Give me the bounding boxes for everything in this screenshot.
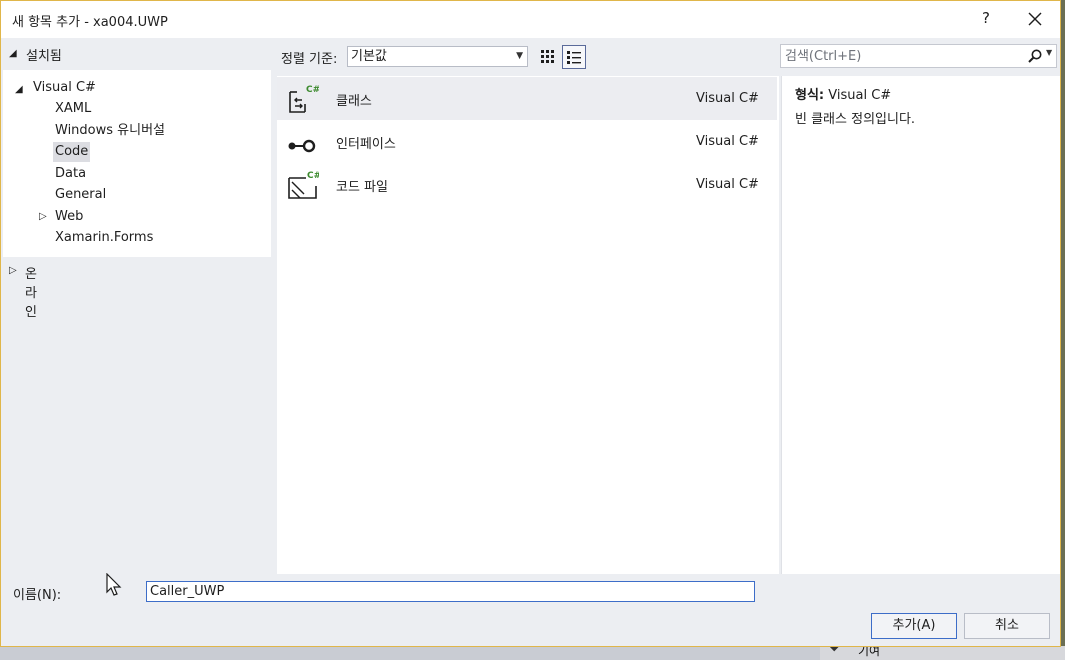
template-name: 코드 파일 — [336, 180, 388, 195]
add-new-item-dialog: 새 항목 추가 - xa004.UWP ? ◢ 설치됨 ◢ Visual C# … — [0, 0, 1061, 647]
expanded-triangle-icon[interactable]: ◢ — [15, 84, 23, 95]
dropdown-arrow-icon: ▼ — [516, 51, 523, 61]
collapsed-triangle-icon[interactable]: ▷ — [39, 211, 47, 222]
expanded-triangle-icon: ◢ — [9, 48, 17, 59]
tree-item-data[interactable]: Data — [53, 164, 88, 184]
title-bar: 새 항목 추가 - xa004.UWP ? — [1, 1, 1060, 38]
template-list: C# 클래스 Visual C# 인터페이스 Visual C# C# 코드 파… — [277, 76, 779, 574]
template-item-interface[interactable]: 인터페이스 Visual C# — [277, 120, 777, 163]
category-tree: ◢ Visual C# XAML Windows 유니버설 Code Data … — [3, 70, 271, 257]
tree-item-web[interactable]: Web — [53, 207, 85, 227]
small-icons-view-button[interactable] — [536, 45, 560, 69]
details-type: 형식: Visual C# — [795, 84, 891, 103]
cancel-button[interactable]: 취소 — [964, 613, 1050, 639]
mouse-pointer-icon — [106, 573, 122, 596]
details-type-value: Visual C# — [828, 88, 892, 103]
details-type-label: 형식: — [795, 88, 825, 103]
add-button[interactable]: 추가(A) — [871, 613, 957, 639]
search-options-icon[interactable]: ▼ — [1046, 48, 1052, 57]
sort-value: 기본값 — [351, 49, 387, 64]
template-item-class[interactable]: C# 클래스 Visual C# — [277, 77, 777, 120]
close-icon — [1028, 12, 1042, 26]
online-label: 온라인 — [25, 267, 37, 320]
search-input[interactable] — [785, 47, 1015, 65]
svg-text:C#: C# — [307, 171, 319, 181]
details-description: 빈 클래스 정의입니다. — [795, 112, 916, 127]
tree-item-xamarin-forms[interactable]: Xamarin.Forms — [53, 228, 155, 248]
csharp-code-file-icon: C# — [288, 171, 319, 199]
close-button[interactable] — [1023, 7, 1047, 31]
name-label: 이름(N): — [13, 588, 62, 603]
csharp-class-icon: C# — [289, 85, 319, 113]
template-language: Visual C# — [696, 134, 759, 149]
installed-label: 설치됨 — [26, 49, 62, 64]
template-name: 인터페이스 — [336, 137, 396, 152]
list-view-button[interactable] — [562, 45, 586, 69]
help-button[interactable]: ? — [976, 9, 996, 29]
tree-item-general[interactable]: General — [53, 185, 108, 205]
sort-label: 정렬 기준: — [281, 52, 338, 67]
template-language: Visual C# — [696, 177, 759, 192]
collapsed-triangle-icon: ▷ — [9, 265, 17, 276]
template-name: 클래스 — [336, 94, 372, 109]
window-title: 새 항목 추가 - xa004.UWP — [12, 15, 168, 30]
details-pane: 형식: Visual C# 빈 클래스 정의입니다. — [781, 76, 1060, 574]
search-icon[interactable] — [1027, 48, 1043, 64]
tree-item-visual-csharp[interactable]: Visual C# — [31, 78, 98, 98]
background-area-right — [820, 646, 1065, 660]
interface-icon — [288, 139, 316, 153]
list-view-icon — [567, 51, 581, 64]
name-input[interactable] — [146, 581, 755, 602]
installed-header[interactable]: ◢ 설치됨 — [5, 45, 271, 65]
svg-text:C#: C# — [306, 85, 319, 95]
sort-dropdown[interactable]: 기본값 ▼ — [347, 46, 528, 67]
template-language: Visual C# — [696, 91, 759, 106]
tree-item-code[interactable]: Code — [53, 142, 91, 162]
tree-item-xaml[interactable]: XAML — [53, 99, 93, 119]
tree-item-windows-universal[interactable]: Windows 유니버설 — [53, 121, 167, 141]
search-box: ▼ — [780, 44, 1057, 68]
template-item-code-file[interactable]: C# 코드 파일 Visual C# — [277, 163, 777, 206]
small-icons-view-icon — [541, 50, 554, 63]
